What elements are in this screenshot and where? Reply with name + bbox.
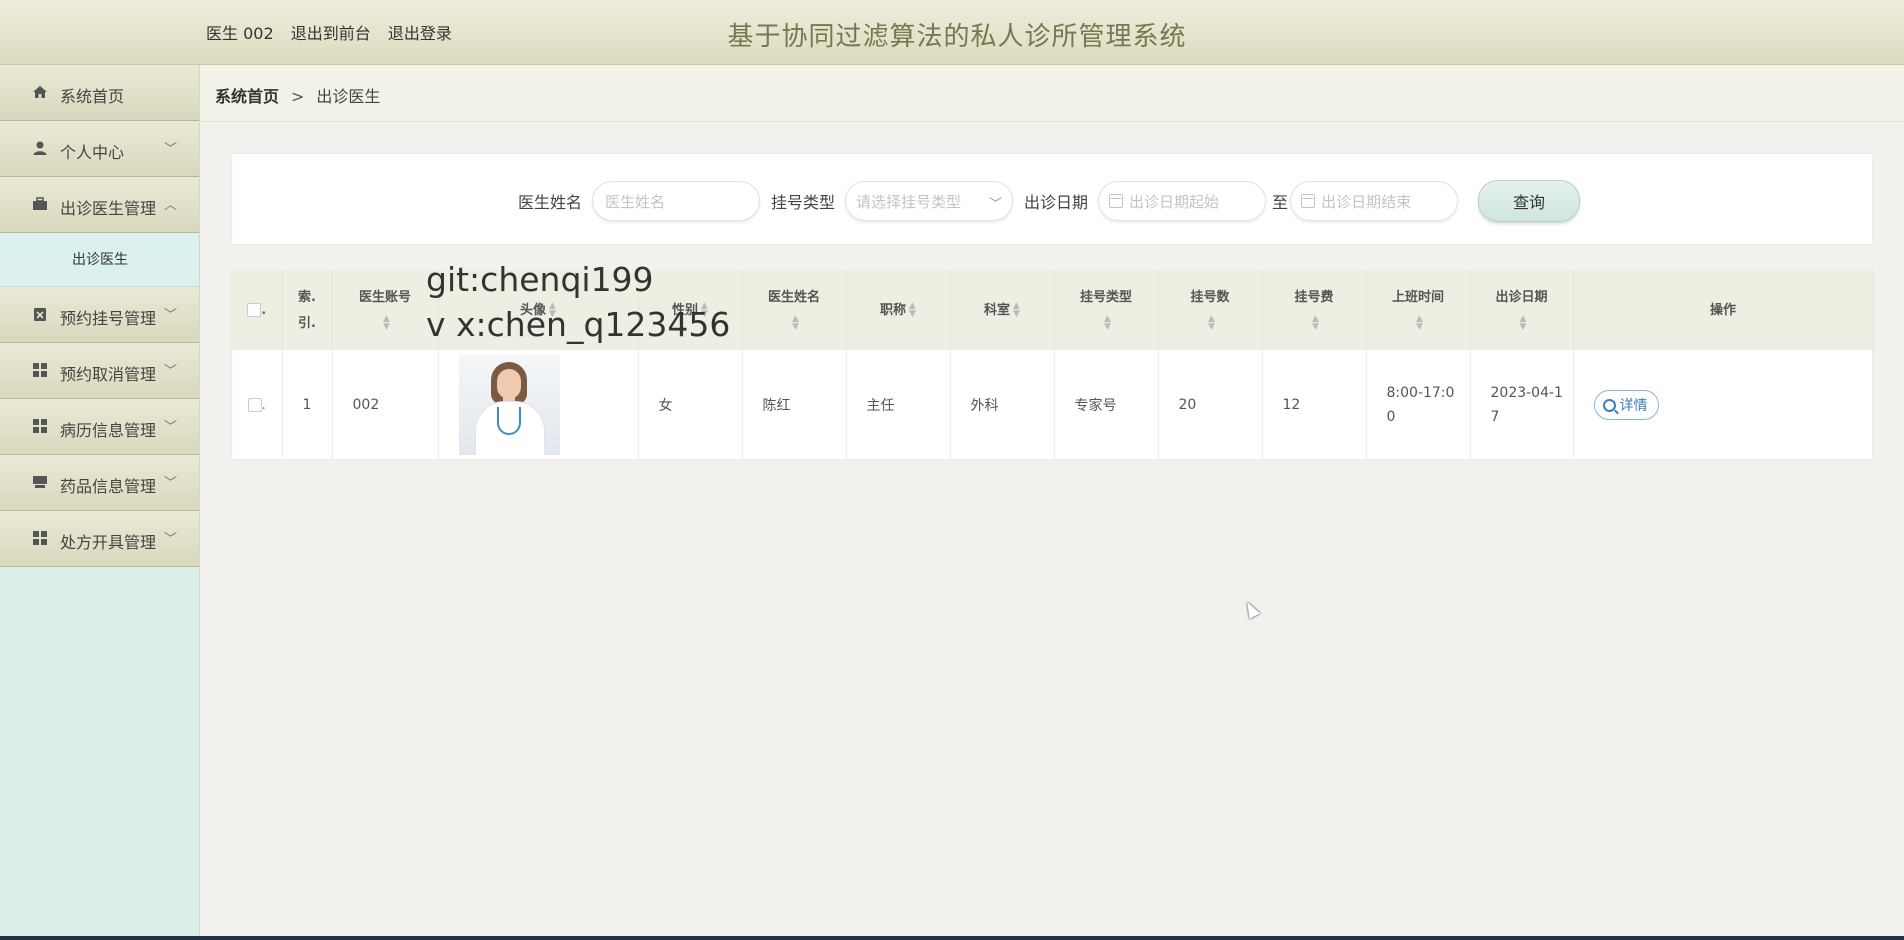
row-select-cell[interactable]: . [232, 350, 283, 460]
breadcrumb-current: 出诊医生 [316, 87, 381, 106]
gender-cell: 女 [638, 350, 743, 460]
visit-date-end-input[interactable]: 出诊日期结束 [1290, 181, 1459, 221]
sort-icon[interactable]: ▲ ▼ [701, 302, 708, 319]
title-header[interactable]: 职称 ▲ ▼ [846, 271, 951, 350]
sidebar-item-appointment-management[interactable]: 预约挂号管理 ﹀ [0, 287, 199, 343]
reg-count-header[interactable]: 挂号数 ▲ ▼ [1158, 271, 1263, 350]
avatar-header[interactable]: 头像 ▲ ▼ [438, 271, 639, 350]
index-header: 索. 引. [282, 271, 333, 350]
sidebar-item-cancellation-management[interactable]: 预约取消管理 ﹀ [0, 343, 199, 399]
chevron-down-icon: ﹀ [163, 532, 177, 547]
sidebar: 系统首页 个人中心 ﹀ 出诊医生管理 ︿ 出诊医生 预约挂号管理 ﹀ 预约取消管… [0, 65, 200, 940]
chevron-down-icon: ﹀ [163, 420, 177, 435]
registration-type-select[interactable]: 请选择挂号类型 ﹀ [845, 181, 1014, 221]
reg-count-cell: 20 [1158, 350, 1263, 460]
select-all-header[interactable]: . [232, 271, 283, 350]
doctor-table-card: . 索. 引. 医生账号 ▲ ▼ 头像 ▲ ▼ 性别 ▲ ▼ 医生姓名 ▲ ▼ 职称 ▲ ▼ 科室 ▲ ▼… [231, 270, 1874, 460]
briefcase-icon [33, 197, 47, 210]
date-range-separator: 至 [1272, 193, 1289, 212]
sort-icon[interactable]: ▲ ▼ [1312, 315, 1319, 332]
sidebar-item-medical-record-management[interactable]: 病历信息管理 ﹀ [0, 399, 199, 455]
grid-icon [33, 531, 47, 545]
breadcrumb-separator: > [291, 87, 305, 106]
reg-fee-header[interactable]: 挂号费 ▲ ▼ [1262, 271, 1367, 350]
sidebar-item-prescription-management[interactable]: 处方开具管理 ﹀ [0, 511, 199, 567]
calendar-icon [1109, 194, 1124, 208]
query-button[interactable]: 查询 [1478, 180, 1581, 222]
dept-header[interactable]: 科室 ▲ ▼ [950, 271, 1055, 350]
search-icon [1602, 398, 1616, 412]
dept-cell: 外科 [950, 350, 1055, 460]
sort-icon[interactable]: ▲ ▼ [1416, 315, 1423, 332]
sort-icon[interactable]: ▲ ▼ [792, 315, 799, 332]
detail-button[interactable]: 详情 [1593, 390, 1659, 420]
sort-icon[interactable]: ▲ ▼ [1013, 302, 1020, 319]
visit-date-label: 出诊日期 [1024, 193, 1089, 212]
grid-icon [33, 419, 47, 433]
sidebar-item-drug-management[interactable]: 药品信息管理 ﹀ [0, 455, 199, 511]
name-header[interactable]: 医生姓名 ▲ ▼ [742, 271, 847, 350]
chevron-down-icon: ﹀ [163, 476, 177, 491]
home-icon [33, 86, 47, 98]
work-time-cell: 8:00-17:00 [1366, 350, 1471, 460]
grid-icon [33, 363, 47, 377]
ops-cell: 详情 [1573, 350, 1874, 460]
date-header[interactable]: 出诊日期 ▲ ▼ [1470, 271, 1574, 350]
doctor-avatar [458, 355, 560, 455]
account-header[interactable]: 医生账号 ▲ ▼ [332, 271, 439, 350]
chevron-down-icon: ﹀ [163, 142, 177, 157]
clipboard-icon [34, 308, 46, 321]
sidebar-item-doctor-management[interactable]: 出诊医生管理 ︿ [0, 177, 199, 233]
sort-icon[interactable]: ▲ ▼ [1104, 315, 1111, 332]
bottom-bar [0, 936, 1904, 940]
doctor-name-label: 医生姓名 [518, 193, 583, 212]
reg-type-header[interactable]: 挂号类型 ▲ ▼ [1054, 271, 1159, 350]
sort-icon[interactable]: ▲ ▼ [1208, 315, 1215, 332]
chevron-down-icon: ﹀ [989, 197, 1003, 212]
sort-icon[interactable]: ▲ ▼ [549, 302, 556, 319]
name-cell: 陈红 [742, 350, 847, 460]
box-icon [33, 476, 47, 488]
sidebar-item-home[interactable]: 系统首页 [0, 65, 199, 121]
sort-icon[interactable]: ▲ ▼ [909, 302, 916, 319]
reg-fee-cell: 12 [1262, 350, 1367, 460]
select-all-checkbox[interactable] [247, 303, 262, 317]
sort-icon[interactable]: ▲ ▼ [1520, 315, 1527, 332]
sort-icon[interactable]: ▲ ▼ [383, 315, 390, 332]
breadcrumb-home[interactable]: 系统首页 [215, 87, 279, 106]
search-form: 医生姓名 医生姓名 挂号类型 请选择挂号类型 ﹀ 出诊日期 出诊日期起始 至 出… [231, 153, 1873, 245]
doctor-name-input[interactable]: 医生姓名 [592, 181, 761, 221]
mouse-cursor [1241, 599, 1261, 619]
registration-type-label: 挂号类型 [771, 193, 836, 212]
title-cell: 主任 [846, 350, 951, 460]
row-checkbox[interactable] [247, 398, 262, 412]
visit-date-start-input[interactable]: 出诊日期起始 [1098, 181, 1267, 221]
account-cell: 002 [332, 350, 439, 460]
index-cell: 1 [282, 350, 333, 460]
sidebar-item-personal-center[interactable]: 个人中心 ﹀ [0, 121, 199, 177]
calendar-icon [1301, 194, 1316, 208]
user-icon [33, 141, 47, 155]
sidebar-subitem-doctors[interactable]: 出诊医生 [0, 233, 199, 287]
chevron-down-icon: ﹀ [163, 308, 177, 323]
date-cell: 2023-04-17 [1470, 350, 1574, 460]
top-header: 医生 002 退出到前台 退出登录 基于协同过滤算法的私人诊所管理系统 [0, 0, 1904, 65]
work-time-header[interactable]: 上班时间 ▲ ▼ [1366, 271, 1471, 350]
chevron-up-icon: ︿ [163, 198, 177, 213]
reg-type-cell: 专家号 [1054, 350, 1159, 460]
avatar-cell [438, 350, 639, 460]
chevron-down-icon: ﹀ [163, 364, 177, 379]
table-header-row: . 索. 引. 医生账号 ▲ ▼ 头像 ▲ ▼ 性别 ▲ ▼ 医生姓名 ▲ ▼ 职称 ▲ ▼ 科室 ▲ ▼… [232, 271, 1874, 350]
doctor-table: . 索. 引. 医生账号 ▲ ▼ 头像 ▲ ▼ 性别 ▲ ▼ 医生姓名 ▲ ▼ 职称 ▲ ▼ 科室 ▲ ▼… [232, 271, 1874, 460]
ops-header: 操作 [1573, 271, 1874, 350]
system-title: 基于协同过滤算法的私人诊所管理系统 [727, 22, 1187, 52]
table-row: . 1 002 女 陈红 主任 外科 专家号 20 12 8:00-17:00 … [232, 350, 1874, 460]
gender-header[interactable]: 性别 ▲ ▼ [638, 271, 743, 350]
breadcrumb: 系统首页 > 出诊医生 [200, 65, 1904, 122]
